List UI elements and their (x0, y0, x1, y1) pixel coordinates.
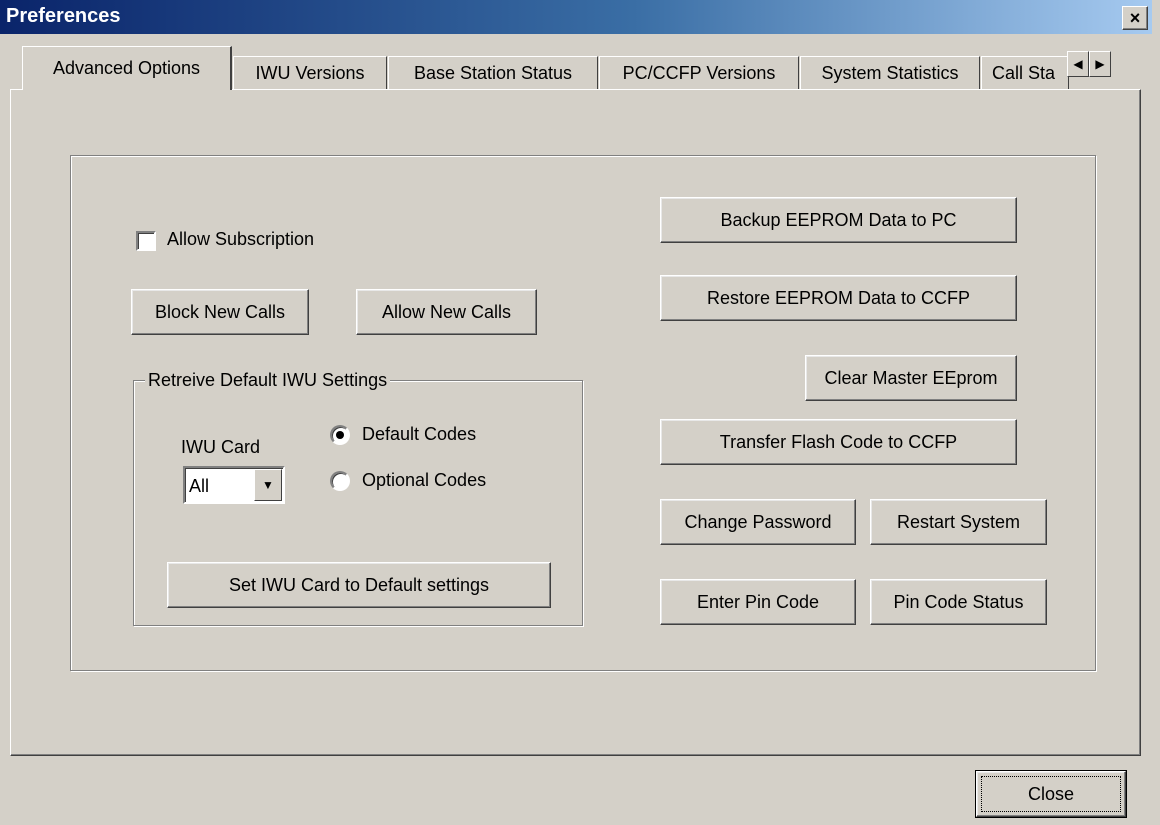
close-glyph: × (1129, 8, 1141, 28)
tab-label: System Statistics (821, 63, 959, 83)
pin-code-status-button[interactable]: Pin Code Status (870, 579, 1047, 625)
retrieve-default-group-label: Retreive Default IWU Settings (145, 370, 391, 391)
block-new-calls-button[interactable]: Block New Calls (131, 289, 309, 335)
chevron-down-icon[interactable]: ▼ (254, 469, 282, 501)
default-codes-label: Default Codes (362, 424, 477, 444)
iwu-card-label: IWU Card (181, 437, 261, 457)
close-icon[interactable]: × (1122, 6, 1148, 30)
tab-scroll-left-icon[interactable]: ◀ (1067, 51, 1089, 77)
restart-system-button[interactable]: Restart System (870, 499, 1047, 545)
tab-advanced-options[interactable]: Advanced Options (22, 46, 232, 90)
set-iwu-default-button[interactable]: Set IWU Card to Default settings (167, 562, 551, 608)
tab-pc-ccfp-versions[interactable]: PC/CCFP Versions (599, 56, 799, 90)
tab-label: Base Station Status (413, 63, 573, 83)
default-codes-radio[interactable] (330, 425, 350, 445)
optional-codes-label: Optional Codes (362, 470, 487, 490)
tab-system-statistics[interactable]: System Statistics (800, 56, 980, 90)
tab-label: PC/CCFP Versions (622, 63, 776, 83)
backup-eeprom-button[interactable]: Backup EEPROM Data to PC (660, 197, 1017, 243)
iwu-card-select[interactable]: All ▼ (183, 466, 285, 504)
tab-label: IWU Versions (255, 63, 365, 83)
transfer-flash-button[interactable]: Transfer Flash Code to CCFP (660, 419, 1017, 465)
tab-base-station-status[interactable]: Base Station Status (388, 56, 598, 90)
iwu-card-value: All (189, 476, 210, 496)
change-password-button[interactable]: Change Password (660, 499, 856, 545)
tab-label: Call Sta (992, 63, 1056, 83)
window-title: Preferences (6, 5, 121, 27)
optional-codes-radio[interactable] (330, 471, 350, 491)
restore-eeprom-button[interactable]: Restore EEPROM Data to CCFP (660, 275, 1017, 321)
close-button-label: Close (981, 776, 1121, 812)
tab-iwu-versions[interactable]: IWU Versions (233, 56, 387, 90)
tab-call-statistics[interactable]: Call Sta (981, 56, 1069, 90)
enter-pin-code-button[interactable]: Enter Pin Code (660, 579, 856, 625)
allow-new-calls-button[interactable]: Allow New Calls (356, 289, 537, 335)
tab-scroll: ◀ ▶ (1067, 51, 1111, 77)
tab-label: Advanced Options (52, 58, 201, 78)
allow-subscription-label: Allow Subscription (167, 229, 315, 249)
title-bar: Preferences × (0, 0, 1152, 34)
allow-subscription-checkbox[interactable] (136, 231, 156, 251)
tab-scroll-right-icon[interactable]: ▶ (1089, 51, 1111, 77)
clear-master-eeprom-button[interactable]: Clear Master EEprom (805, 355, 1017, 401)
close-button[interactable]: Close (975, 770, 1127, 818)
